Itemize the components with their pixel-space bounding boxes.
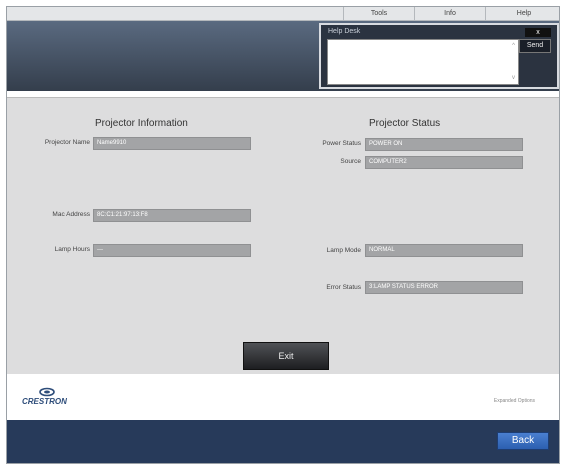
nav-info[interactable]: Info bbox=[414, 7, 485, 20]
lamp-hours-label: Lamp Hours bbox=[54, 246, 90, 253]
nav-tools[interactable]: Tools bbox=[343, 7, 414, 20]
error-status-label: Error Status bbox=[326, 284, 361, 291]
main-panel: Projector Information Projector Status P… bbox=[7, 97, 559, 375]
bottom-bar: Back bbox=[7, 420, 559, 463]
projector-info-title: Projector Information bbox=[95, 118, 188, 129]
help-desk-send-button[interactable]: Send bbox=[519, 39, 551, 53]
crestron-logo: CRESTRON bbox=[22, 387, 67, 406]
power-status-field: POWER ON bbox=[365, 138, 523, 151]
exit-button[interactable]: Exit bbox=[243, 342, 329, 370]
lamp-mode-field: NORMAL bbox=[365, 244, 523, 257]
crestron-brand-text: CRESTRON bbox=[22, 397, 67, 406]
lamp-mode-label: Lamp Mode bbox=[326, 247, 361, 254]
help-desk-title: Help Desk bbox=[328, 28, 361, 35]
lamp-hours-field: --- bbox=[93, 244, 251, 257]
scroll-down-icon[interactable]: v bbox=[512, 75, 515, 81]
scroll-up-icon[interactable]: ^ bbox=[512, 43, 515, 49]
mac-address-label: Mac Address bbox=[52, 211, 90, 218]
footer: CRESTRON Expanded Options bbox=[7, 374, 559, 420]
app-frame: Tools Info Help Help Desk x ^ v Send Pro… bbox=[6, 6, 560, 464]
power-status-label: Power Status bbox=[322, 140, 361, 147]
top-navigation: Tools Info Help bbox=[7, 7, 559, 21]
projector-name-label: Projector Name bbox=[44, 139, 90, 146]
back-button[interactable]: Back bbox=[497, 432, 549, 450]
nav-help[interactable]: Help bbox=[485, 7, 559, 20]
source-field: COMPUTER2 bbox=[365, 156, 523, 169]
help-desk-message-box[interactable]: ^ v bbox=[327, 39, 519, 85]
source-label: Source bbox=[340, 158, 361, 165]
help-desk-panel: Help Desk x ^ v Send bbox=[319, 23, 559, 89]
mac-address-field: 8C:C1:21:97:13:F8 bbox=[93, 209, 251, 222]
error-status-field: 3:LAMP STATUS ERROR bbox=[365, 281, 523, 294]
projector-status-title: Projector Status bbox=[369, 118, 441, 129]
footer-tagline: Expanded Options bbox=[493, 398, 535, 404]
projector-name-field: Name9910 bbox=[93, 137, 251, 150]
callout-line bbox=[559, 41, 560, 42]
help-desk-close-button[interactable]: x bbox=[525, 28, 551, 37]
